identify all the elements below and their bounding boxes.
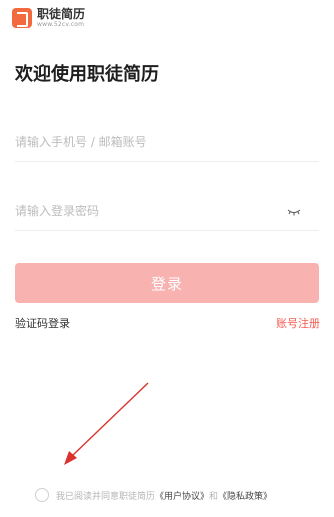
eye-closed-icon[interactable] [287,207,301,217]
user-agreement-link[interactable]: 《用户协议》 [155,489,209,502]
agreement-prefix: 我已阅读并同意职徒简历 [56,491,156,502]
phone-email-field[interactable] [15,122,319,162]
login-page: 职徒简历 www.52cv.com 欢迎使用职徒简历 登录 验证码登录 账号注册… [0,0,334,517]
phone-email-input[interactable] [15,122,319,161]
brand-logo [12,8,32,28]
login-button[interactable]: 登录 [15,263,319,303]
brand-url: www.52cv.com [37,21,85,28]
password-field[interactable] [15,191,319,231]
agreement-checkbox[interactable] [35,488,49,502]
brand-name: 职徒简历 [37,7,86,21]
agreement-row: 我已阅读并同意职徒简历 《用户协议》 和 《隐私政策》 [35,488,272,502]
privacy-policy-link[interactable]: 《隐私政策》 [218,489,272,502]
password-input[interactable] [15,191,319,230]
sms-login-link[interactable]: 验证码登录 [15,315,70,331]
welcome-title: 欢迎使用职徒简历 [15,64,159,85]
brand-header: 职徒简历 www.52cv.com [12,8,85,28]
register-link[interactable]: 账号注册 [276,315,320,331]
agreement-and: 和 [209,491,219,502]
